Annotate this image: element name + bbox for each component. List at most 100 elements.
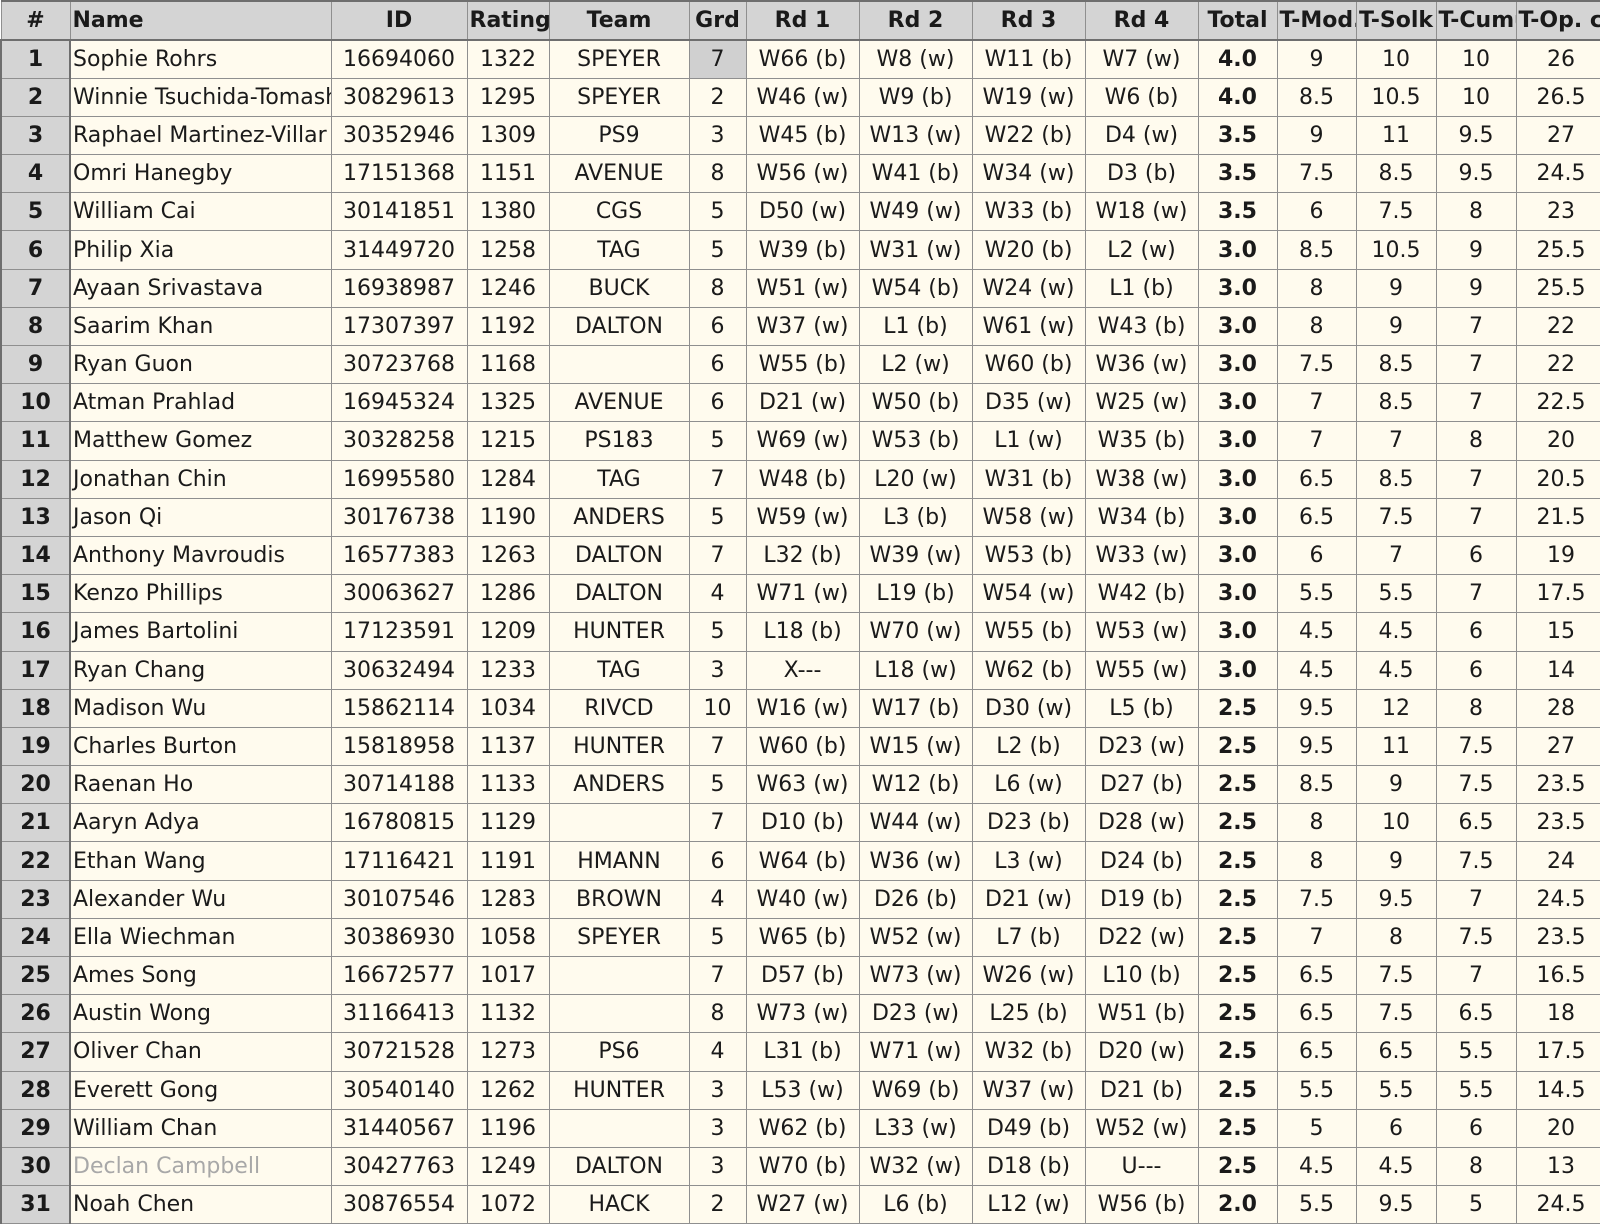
cell-team[interactable]: AVENUE [548,383,690,423]
cell-id[interactable]: 16938987 [330,268,468,308]
cell-tiebreak-modified[interactable]: 6.5 [1276,497,1357,537]
cell-total[interactable]: 3.0 [1197,230,1278,270]
column-header-round-1[interactable]: Rd 1 [745,0,860,41]
cell-round-3[interactable]: D35 (w) [971,383,1086,423]
cell-team[interactable]: HACK [548,1185,690,1225]
cell-id[interactable]: 30876554 [330,1185,468,1225]
cell-round-3[interactable]: D30 (w) [971,688,1086,728]
cell-tiebreak-opp-cumulative[interactable]: 20.5 [1515,459,1600,499]
cell-tiebreak-opp-cumulative[interactable]: 21.5 [1515,497,1600,537]
cell-team[interactable]: DALTON [548,574,690,614]
row-header[interactable]: 9 [0,344,71,385]
cell-id[interactable]: 30176738 [330,497,468,537]
cell-round-2[interactable]: W49 (w) [858,192,973,232]
cell-grade[interactable]: 5 [688,612,747,652]
row-header[interactable]: 25 [0,955,71,996]
cell-grade[interactable]: 2 [688,1185,747,1225]
cell-tiebreak-modified[interactable]: 9 [1276,115,1357,156]
cell-total[interactable]: 3.5 [1197,192,1278,232]
cell-tiebreak-modified[interactable]: 8.5 [1276,77,1357,117]
cell-tiebreak-opp-cumulative[interactable]: 25.5 [1515,230,1600,270]
cell-id[interactable]: 30721528 [330,1032,468,1072]
cell-tiebreak-solkoff[interactable]: 4.5 [1355,612,1437,652]
cell-team[interactable]: SPEYER [548,77,690,117]
cell-rating[interactable]: 1273 [466,1032,550,1072]
cell-grade[interactable]: 3 [688,1108,747,1148]
cell-tiebreak-cumulative[interactable]: 10 [1435,77,1517,117]
cell-team[interactable]: PS6 [548,1032,690,1072]
cell-team[interactable]: CGS [548,192,690,232]
cell-round-4[interactable]: D24 (b) [1084,841,1199,881]
cell-round-2[interactable]: W71 (w) [858,1032,973,1072]
row-header[interactable]: 29 [0,1108,71,1148]
table-row[interactable]: 4 Omri Hanegby 17151368 1151 AVENUE 8 W56 (w) W… [0,154,1600,194]
cell-round-4[interactable]: W36 (w) [1084,344,1199,385]
cell-tiebreak-modified[interactable]: 7 [1276,383,1357,423]
cell-id[interactable]: 15818958 [330,726,468,767]
cell-tiebreak-solkoff[interactable]: 9 [1355,841,1437,881]
cell-team[interactable]: ANDERS [548,497,690,537]
cell-tiebreak-opp-cumulative[interactable]: 15 [1515,612,1600,652]
row-header[interactable]: 2 [0,77,71,117]
cell-grade[interactable]: 8 [688,154,747,194]
cell-total[interactable]: 3.0 [1197,459,1278,499]
cell-tiebreak-solkoff[interactable]: 7 [1355,421,1437,461]
cell-round-4[interactable]: D21 (b) [1084,1070,1199,1110]
row-header[interactable]: 26 [0,994,71,1034]
cell-total[interactable]: 3.0 [1197,268,1278,308]
cell-round-3[interactable]: W61 (w) [971,306,1086,347]
cell-rating[interactable]: 1380 [466,192,550,232]
table-row[interactable]: 15 Kenzo Phillips 30063627 1286 DALTON 4 W71 (… [0,574,1600,614]
cell-tiebreak-modified[interactable]: 6.5 [1276,1032,1357,1072]
cell-rating[interactable]: 1168 [466,344,550,385]
cell-round-2[interactable]: W13 (w) [858,115,973,156]
cell-round-2[interactable]: W39 (w) [858,535,973,576]
cell-round-2[interactable]: W52 (w) [858,917,973,958]
cell-tiebreak-opp-cumulative[interactable]: 16.5 [1515,955,1600,996]
cell-grade[interactable]: 6 [688,383,747,423]
cell-round-4[interactable]: W34 (b) [1084,497,1199,537]
row-header[interactable]: 20 [0,765,71,805]
table-row[interactable]: 1 Sophie Rohrs 16694060 1322 SPEYER 7 W66 (b) W… [0,39,1600,79]
cell-team[interactable] [548,344,690,385]
table-row[interactable]: 30 Declan Campbell 30427763 1249 DALTON 3 W70 … [0,1146,1600,1187]
cell-id[interactable]: 31440567 [330,1108,468,1148]
cell-round-2[interactable]: L18 (w) [858,650,973,690]
cell-tiebreak-modified[interactable]: 5 [1276,1108,1357,1148]
cell-team[interactable]: HMANN [548,841,690,881]
cell-round-3[interactable]: L6 (w) [971,765,1086,805]
cell-name[interactable]: Everett Gong [69,1070,332,1110]
cell-rating[interactable]: 1262 [466,1070,550,1110]
cell-name[interactable]: Philip Xia [69,230,332,270]
cell-tiebreak-opp-cumulative[interactable]: 23 [1515,192,1600,232]
cell-tiebreak-opp-cumulative[interactable]: 17.5 [1515,1032,1600,1072]
cell-round-3[interactable]: D21 (w) [971,879,1086,919]
cell-round-3[interactable]: W37 (w) [971,1070,1086,1110]
cell-tiebreak-solkoff[interactable]: 7.5 [1355,994,1437,1034]
column-header-team[interactable]: Team [548,0,690,41]
cell-round-4[interactable]: D3 (b) [1084,154,1199,194]
cell-tiebreak-cumulative[interactable]: 7.5 [1435,726,1517,767]
cell-round-1[interactable]: X--- [745,650,860,690]
cell-grade[interactable]: 5 [688,765,747,805]
row-header[interactable]: 28 [0,1070,71,1110]
cell-tiebreak-solkoff[interactable]: 7 [1355,535,1437,576]
cell-round-4[interactable]: L5 (b) [1084,688,1199,728]
row-header[interactable]: 10 [0,383,71,423]
cell-grade[interactable]: 8 [688,268,747,308]
cell-rating[interactable]: 1192 [466,306,550,347]
cell-name[interactable]: Winnie Tsuchida-Tomashe [69,77,332,117]
row-header[interactable]: 4 [0,154,71,194]
cell-tiebreak-cumulative[interactable]: 9 [1435,268,1517,308]
cell-team[interactable]: DALTON [548,306,690,347]
cell-round-4[interactable]: L2 (w) [1084,230,1199,270]
cell-round-1[interactable]: L31 (b) [745,1032,860,1072]
column-header-tiebreak-modified[interactable]: T-Mod. [1276,0,1357,41]
cell-rating[interactable]: 1209 [466,612,550,652]
cell-tiebreak-opp-cumulative[interactable]: 22.5 [1515,383,1600,423]
cell-grade[interactable]: 5 [688,917,747,958]
cell-grade[interactable]: 3 [688,115,747,156]
cell-tiebreak-modified[interactable]: 5.5 [1276,1185,1357,1225]
cell-id[interactable]: 17123591 [330,612,468,652]
cell-round-1[interactable]: D50 (w) [745,192,860,232]
